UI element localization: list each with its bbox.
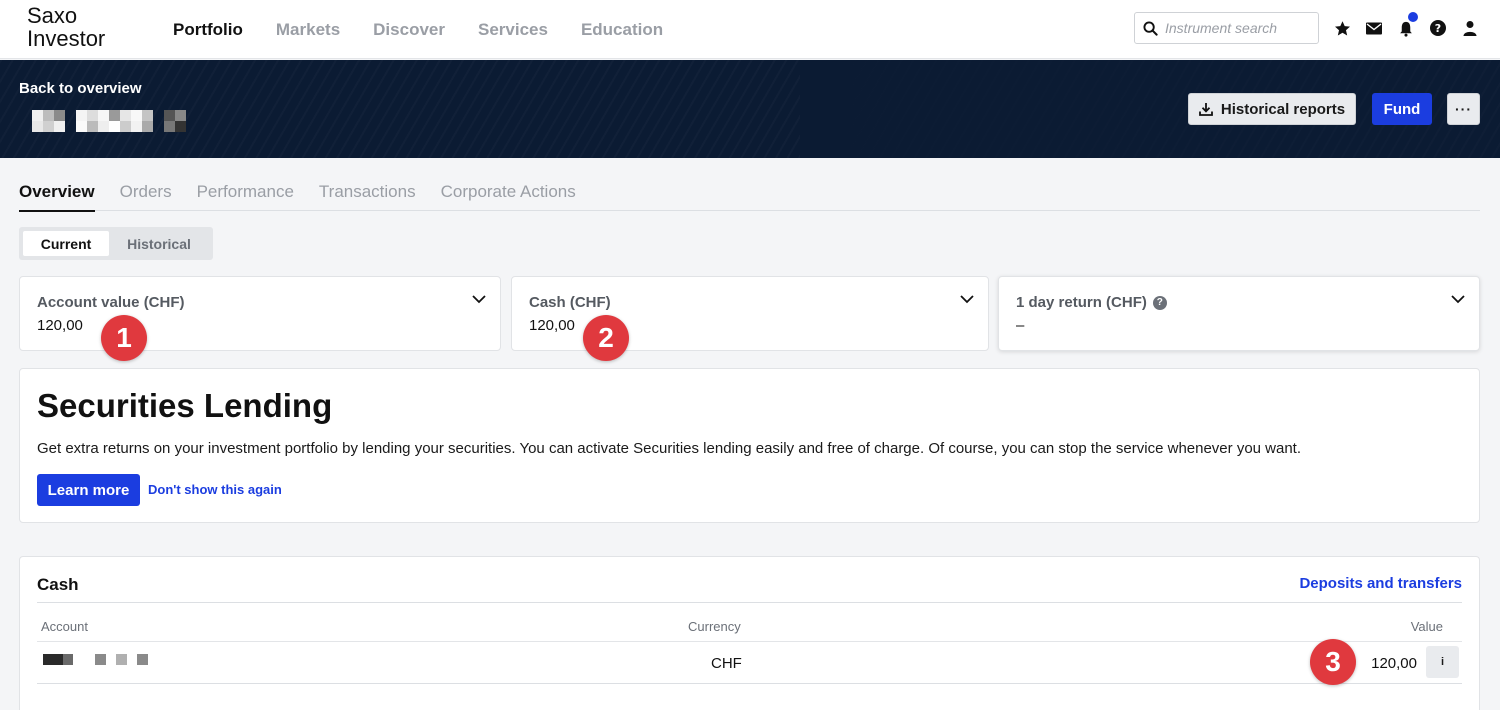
info-button[interactable]: i — [1426, 646, 1459, 678]
nav-discover[interactable]: Discover — [373, 20, 445, 40]
back-to-overview-link[interactable]: Back to overview — [19, 80, 142, 97]
chevron-down-icon[interactable] — [472, 295, 486, 304]
search-input[interactable] — [1165, 20, 1305, 36]
question-icon[interactable]: ? — [1152, 295, 1167, 310]
svg-text:?: ? — [1435, 22, 1441, 35]
fund-button[interactable]: Fund — [1372, 93, 1432, 125]
account-value-label: Account value (CHF) — [37, 294, 185, 311]
top-navigation: Saxo Investor Portfolio Markets Discover… — [0, 0, 1500, 59]
annotation-marker-2: 2 — [583, 315, 629, 361]
cash-label: Cash (CHF) — [529, 294, 611, 311]
historical-reports-button[interactable]: Historical reports — [1188, 93, 1356, 125]
divider — [37, 683, 1462, 684]
search-icon — [1143, 20, 1158, 36]
one-day-return-card[interactable]: 1 day return (CHF) ? – — [998, 276, 1480, 351]
securities-lending-title: Securities Lending — [37, 387, 333, 424]
annotation-marker-1: 1 — [101, 315, 147, 361]
instrument-search[interactable] — [1134, 12, 1319, 44]
column-header-currency: Currency — [688, 619, 741, 634]
top-icons: ? — [1332, 12, 1480, 38]
chevron-down-icon[interactable] — [960, 295, 974, 304]
tab-orders[interactable]: Orders — [120, 172, 172, 211]
account-value-card[interactable]: Account value (CHF) 120,00 — [19, 276, 501, 351]
cash-section: Cash Deposits and transfers Account Curr… — [19, 556, 1480, 710]
mail-icon[interactable] — [1364, 18, 1384, 38]
tab-performance[interactable]: Performance — [197, 172, 294, 211]
toggle-current[interactable]: Current — [23, 231, 109, 256]
tab-overview[interactable]: Overview — [19, 172, 95, 212]
tab-corporate-actions[interactable]: Corporate Actions — [441, 172, 576, 211]
divider — [37, 641, 1462, 642]
main-nav: Portfolio Markets Discover Services Educ… — [173, 0, 696, 59]
current-historical-toggle: Current Historical — [19, 227, 213, 260]
download-icon — [1198, 103, 1213, 116]
more-options-button[interactable]: ··· — [1447, 93, 1480, 125]
cash-row-currency: CHF — [711, 655, 742, 672]
securities-lending-card: Securities Lending Get extra returns on … — [19, 368, 1480, 523]
divider — [37, 602, 1462, 603]
cash-value: 120,00 — [529, 317, 575, 334]
column-header-value: Value — [1410, 619, 1443, 634]
notification-badge — [1408, 12, 1418, 22]
dont-show-again-link[interactable]: Don't show this again — [148, 482, 282, 497]
cash-section-title: Cash — [37, 575, 79, 594]
learn-more-button[interactable]: Learn more — [37, 474, 140, 506]
nav-portfolio[interactable]: Portfolio — [173, 20, 243, 40]
historical-reports-label: Historical reports — [1220, 100, 1346, 118]
account-name-redacted — [32, 110, 186, 132]
nav-markets[interactable]: Markets — [276, 20, 340, 40]
account-id-redacted — [43, 654, 148, 665]
account-value: 120,00 — [37, 317, 83, 334]
brand-line-2: Investor — [27, 26, 106, 51]
deposits-and-transfers-link[interactable]: Deposits and transfers — [1299, 575, 1462, 592]
star-icon[interactable] — [1332, 18, 1352, 38]
brand-logo[interactable]: Saxo Investor — [27, 4, 105, 50]
user-icon[interactable] — [1460, 18, 1480, 38]
column-header-account: Account — [41, 619, 88, 634]
annotation-marker-3: 3 — [1310, 639, 1356, 685]
toggle-historical[interactable]: Historical — [109, 231, 209, 256]
nav-services[interactable]: Services — [478, 20, 548, 40]
brand-line-1: Saxo — [27, 3, 78, 28]
notification-icon[interactable] — [1396, 12, 1418, 38]
one-day-return-value: – — [1016, 317, 1025, 334]
account-tabs: Overview Orders Performance Transactions… — [19, 172, 1480, 212]
account-banner: Back to overview Historical reports Fund… — [0, 60, 1500, 158]
one-day-return-label-wrap: 1 day return (CHF) ? — [1016, 294, 1167, 311]
help-icon[interactable]: ? — [1428, 18, 1448, 38]
securities-lending-text: Get extra returns on your investment por… — [37, 440, 1302, 457]
one-day-return-label: 1 day return (CHF) — [1016, 294, 1147, 311]
chevron-down-icon[interactable] — [1451, 295, 1465, 304]
cash-row-value: 120,00 — [1371, 655, 1417, 672]
nav-education[interactable]: Education — [581, 20, 663, 40]
tab-transactions[interactable]: Transactions — [319, 172, 416, 211]
